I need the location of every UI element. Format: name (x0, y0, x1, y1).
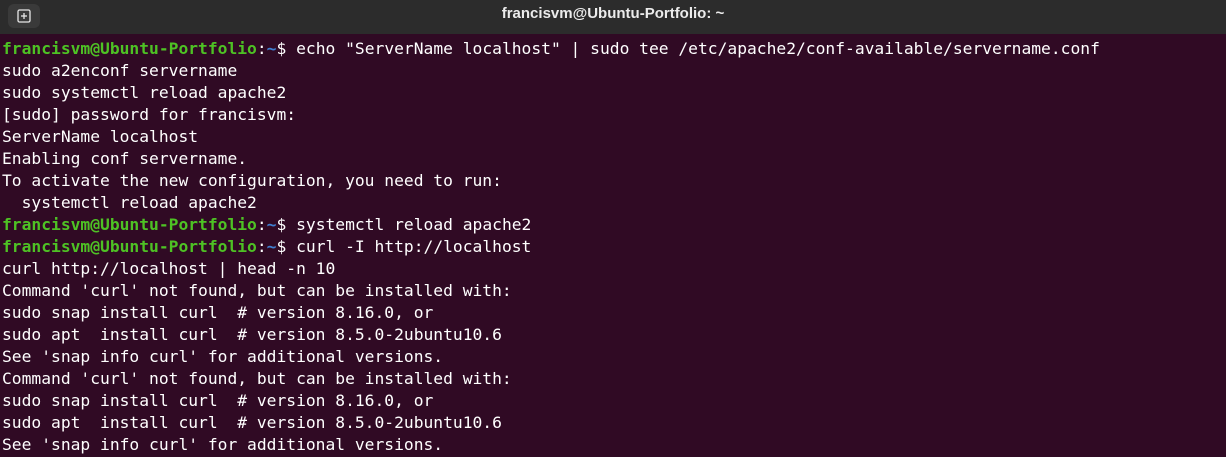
output-line: See 'snap info curl' for additional vers… (2, 435, 444, 454)
output-line: sudo snap install curl # version 8.16.0,… (2, 303, 434, 322)
prompt-path: ~ (266, 237, 277, 256)
prompt-user: francisvm@Ubuntu-Portfolio (2, 215, 257, 234)
command-text: echo "ServerName localhost" | sudo tee /… (296, 39, 1100, 58)
prompt-separator: : (256, 39, 267, 58)
prompt-path: ~ (266, 215, 277, 234)
prompt-symbol: $ (276, 215, 297, 234)
prompt-line: francisvm@Ubuntu-Portfolio:~$ echo "Serv… (2, 38, 1226, 60)
terminal-output[interactable]: francisvm@Ubuntu-Portfolio:~$ echo "Serv… (2, 38, 1226, 457)
output-line: systemctl reload apache2 (2, 193, 257, 212)
output-line: To activate the new configuration, you n… (2, 171, 502, 190)
output-line: sudo apt install curl # version 8.5.0-2u… (2, 325, 502, 344)
prompt-path: ~ (266, 39, 277, 58)
prompt-separator: : (256, 237, 267, 256)
command-text: systemctl reload apache2 (296, 215, 532, 234)
prompt-user: francisvm@Ubuntu-Portfolio (2, 39, 257, 58)
output-line: sudo apt install curl # version 8.5.0-2u… (2, 413, 502, 432)
prompt-line: francisvm@Ubuntu-Portfolio:~$ systemctl … (2, 214, 1226, 236)
output-line: See 'snap info curl' for additional vers… (2, 347, 444, 366)
prompt-separator: : (256, 215, 267, 234)
output-line: curl http://localhost | head -n 10 (2, 259, 336, 278)
title-bar: francisvm@Ubuntu-Portfolio: ~ (0, 0, 1226, 34)
output-line: ServerName localhost (2, 127, 199, 146)
prompt-symbol: $ (276, 237, 297, 256)
command-text: curl -I http://localhost (296, 237, 532, 256)
output-line: sudo snap install curl # version 8.16.0,… (2, 391, 434, 410)
output-line: Enabling conf servername. (2, 149, 248, 168)
output-line: Command 'curl' not found, but can be ins… (2, 281, 512, 300)
output-line: Command 'curl' not found, but can be ins… (2, 369, 512, 388)
prompt-user: francisvm@Ubuntu-Portfolio (2, 237, 257, 256)
window-title: francisvm@Ubuntu-Portfolio: ~ (501, 5, 725, 22)
prompt-line: francisvm@Ubuntu-Portfolio:~$ curl -I ht… (2, 236, 1226, 258)
output-line: sudo a2enconf servername (2, 61, 238, 80)
prompt-symbol: $ (276, 39, 297, 58)
output-line: [sudo] password for francisvm: (2, 105, 297, 124)
output-line: sudo systemctl reload apache2 (2, 83, 287, 102)
